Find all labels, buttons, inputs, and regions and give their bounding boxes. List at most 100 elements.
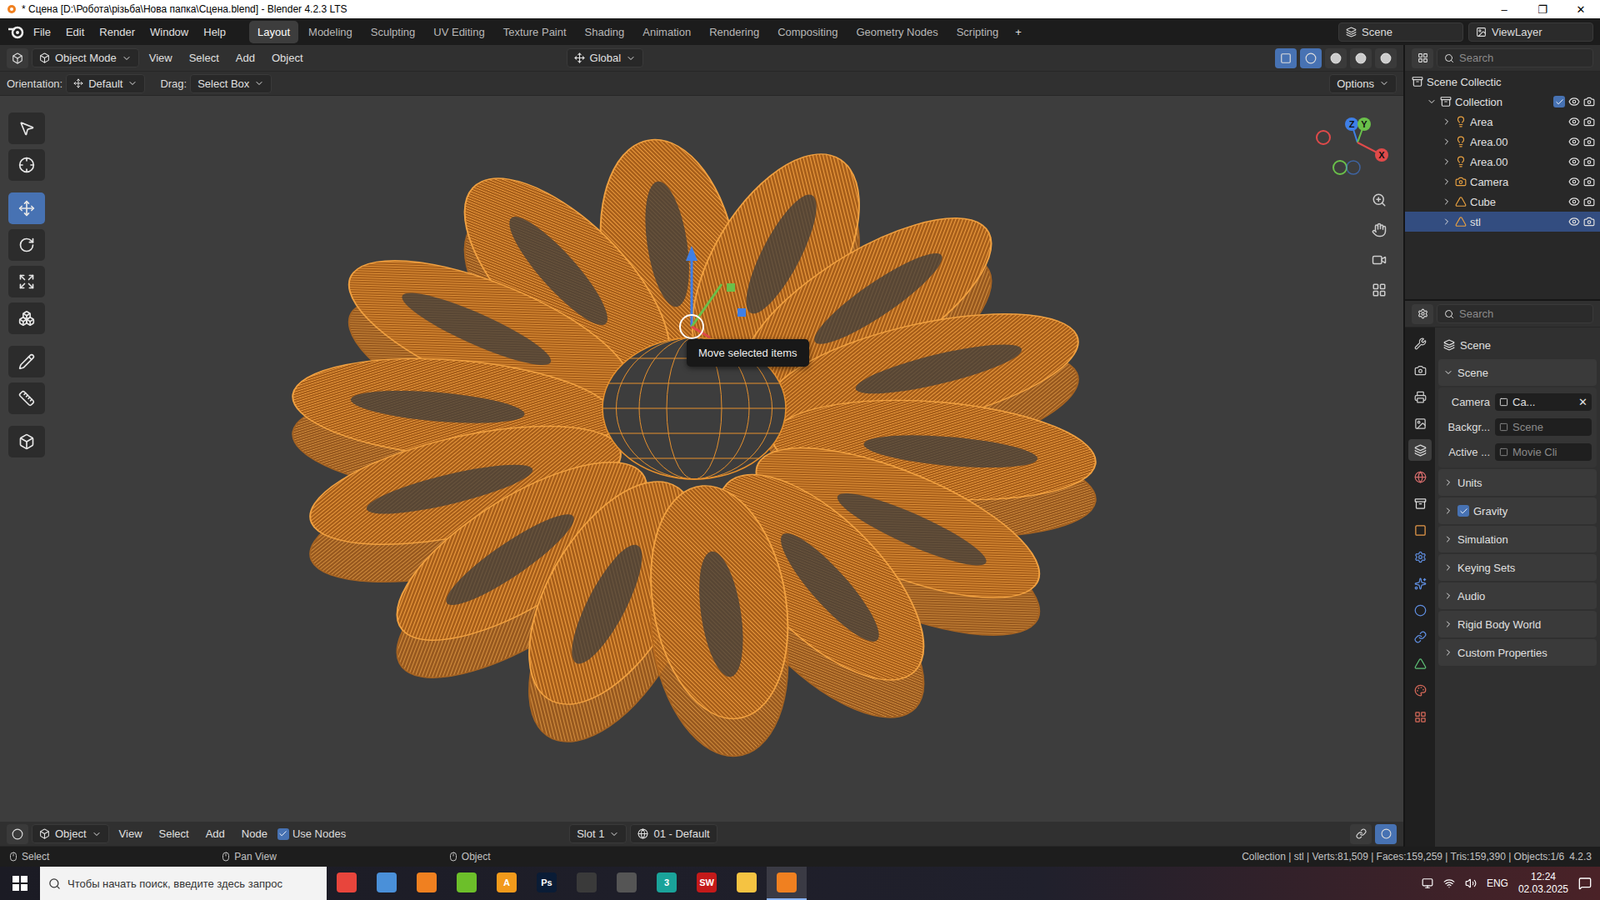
properties-tab[interactable] [1408, 519, 1432, 541]
render-icon[interactable] [1583, 175, 1595, 188]
properties-tab[interactable] [1408, 679, 1432, 701]
tool-button[interactable] [8, 192, 45, 225]
tool-button[interactable] [8, 425, 45, 458]
viewport-menu-item[interactable]: View [142, 48, 180, 68]
workspace-tab[interactable]: Texture Paint [495, 20, 575, 44]
taskbar-app[interactable] [726, 866, 767, 900]
display-icon[interactable] [1421, 877, 1434, 890]
eye-icon[interactable] [1568, 155, 1580, 168]
outliner-row[interactable]: Scene Collectic [1405, 71, 1600, 92]
outliner-row[interactable]: stl [1405, 211, 1600, 232]
panel-checkbox[interactable] [1457, 505, 1470, 517]
panel-header[interactable]: Scene [1438, 359, 1597, 386]
xray-button[interactable] [1275, 48, 1297, 69]
properties-tab[interactable] [1408, 412, 1432, 435]
workspace-tab[interactable]: Compositing [769, 20, 846, 44]
eye-icon[interactable] [1568, 135, 1580, 148]
properties-tab[interactable] [1408, 599, 1432, 621]
outliner-row[interactable]: Collection [1405, 91, 1600, 112]
start-button[interactable] [0, 866, 40, 900]
view-layer-field[interactable]: ViewLayer [1468, 22, 1594, 42]
mesh-drawing[interactable] [0, 95, 1404, 822]
taskbar-app[interactable] [366, 866, 407, 900]
eye-icon[interactable] [1568, 215, 1580, 228]
properties-tab[interactable] [1408, 385, 1432, 408]
window-button[interactable]: ❐ [1523, 0, 1562, 19]
node-menu-item[interactable]: Add [199, 824, 232, 844]
eye-icon[interactable] [1568, 195, 1580, 208]
clear-button[interactable]: ✕ [1578, 395, 1588, 409]
properties-tab[interactable] [1408, 332, 1432, 355]
outliner-row[interactable]: Area.00 [1405, 131, 1600, 152]
workspace-tab[interactable]: Shading [576, 20, 634, 44]
properties-tab[interactable] [1408, 705, 1432, 728]
shading-button[interactable] [1325, 48, 1347, 69]
viewport-menu-item[interactable]: Add [229, 48, 262, 68]
node-menu-item[interactable]: View [112, 824, 150, 844]
property-field[interactable]: Scene [1495, 418, 1592, 436]
taskbar-app[interactable] [326, 866, 367, 900]
taskbar-app[interactable]: SW [686, 866, 727, 900]
editor-type-button[interactable] [1411, 304, 1434, 325]
editor-type-button[interactable] [6, 824, 29, 845]
properties-tab[interactable] [1408, 439, 1432, 461]
wifi-icon[interactable] [1443, 877, 1455, 890]
menu-item[interactable]: Edit [59, 22, 91, 42]
taskbar-app[interactable] [606, 866, 647, 900]
properties-tab[interactable] [1408, 359, 1432, 381]
taskbar-app[interactable] [406, 866, 447, 900]
node-menu-item[interactable]: Select [152, 824, 196, 844]
volume-icon[interactable] [1465, 877, 1477, 890]
outliner-row[interactable]: Area [1405, 111, 1600, 132]
taskbar-app[interactable] [446, 866, 487, 900]
render-icon[interactable] [1583, 95, 1595, 108]
properties-tab[interactable] [1408, 652, 1432, 675]
drag-dropdown[interactable]: Select Box [190, 74, 272, 94]
property-field[interactable]: Movie Cli [1495, 443, 1592, 461]
panel-header[interactable]: Gravity [1438, 497, 1597, 525]
window-button[interactable]: ✕ [1561, 0, 1600, 19]
panel-header[interactable]: Rigid Body World [1438, 610, 1597, 638]
shading-button[interactable] [1375, 48, 1397, 69]
mode-dropdown[interactable]: Object Mode [31, 48, 140, 68]
tool-button[interactable] [8, 112, 45, 145]
tool-button[interactable] [8, 149, 45, 181]
properties-tab[interactable] [1408, 492, 1432, 515]
properties-search[interactable]: Search [1436, 304, 1594, 324]
workspace-tab[interactable]: Sculpting [362, 20, 424, 44]
shading-button[interactable] [1350, 48, 1372, 69]
taskbar-app[interactable] [566, 866, 607, 900]
tool-button[interactable] [8, 382, 45, 415]
camera-view-button[interactable] [1366, 247, 1392, 273]
blender-logo-icon[interactable] [6, 24, 25, 40]
snap-button[interactable] [1350, 824, 1372, 845]
panel-header[interactable]: Custom Properties [1438, 639, 1597, 666]
eye-icon[interactable] [1568, 175, 1580, 188]
viewport-menu-item[interactable]: Select [182, 48, 226, 68]
slot-dropdown[interactable]: Slot 1 [569, 824, 627, 844]
menu-item[interactable]: Help [196, 22, 233, 42]
taskbar-app[interactable]: Ps [526, 866, 567, 900]
panel-header[interactable]: Simulation [1438, 525, 1597, 553]
render-icon[interactable] [1583, 115, 1595, 128]
tool-button[interactable] [8, 229, 45, 261]
editor-type-button[interactable] [6, 48, 29, 69]
outliner-row[interactable]: Cube [1405, 191, 1600, 212]
tool-button[interactable] [8, 265, 45, 298]
menu-item[interactable]: Window [143, 22, 195, 42]
properties-tab[interactable] [1408, 572, 1432, 595]
scene-field[interactable]: Scene [1338, 22, 1464, 42]
panel-header[interactable]: Audio [1438, 582, 1597, 610]
property-field[interactable]: Ca...✕ [1495, 393, 1592, 411]
overlay-button[interactable] [1375, 824, 1397, 845]
eye-icon[interactable] [1568, 95, 1580, 108]
tool-button[interactable] [8, 302, 45, 335]
orientation-setting-dropdown[interactable]: Default [65, 74, 145, 94]
taskbar-search[interactable]: Чтобы начать поиск, введите здесь запрос [40, 866, 327, 900]
outliner-row[interactable]: Camera [1405, 171, 1600, 192]
navigation-gizmo[interactable]: ZYX [1308, 110, 1392, 186]
viewport-canvas[interactable]: ZYXMove selected items [0, 95, 1404, 822]
taskbar-app[interactable]: 3 [646, 866, 687, 900]
workspace-tab[interactable]: UV Editing [425, 20, 493, 44]
options-dropdown[interactable]: Options [1329, 74, 1397, 94]
